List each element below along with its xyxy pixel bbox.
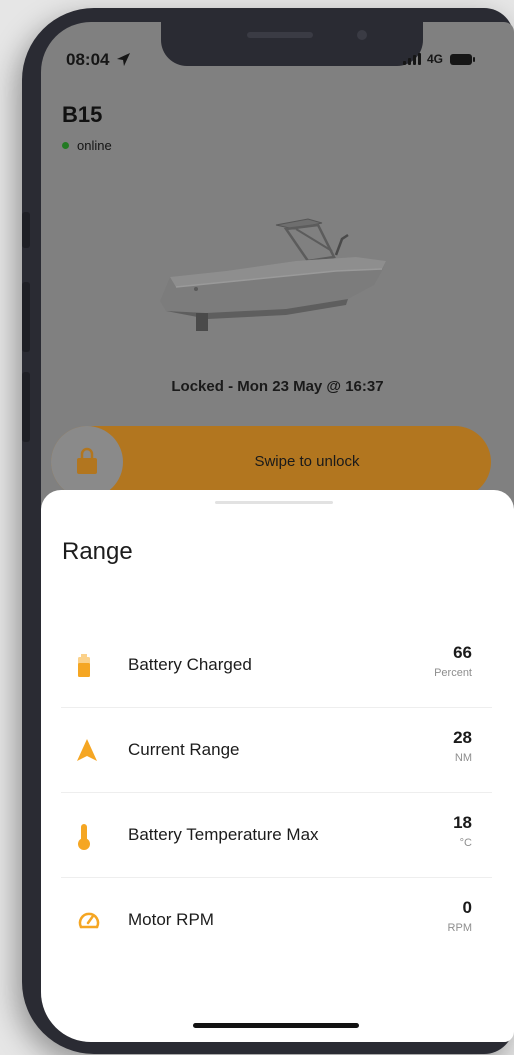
metric-label: Current Range (128, 740, 240, 759)
metric-unit: Percent (434, 667, 472, 679)
metric-label: Motor RPM (128, 910, 214, 929)
boat-image (160, 218, 386, 331)
network-type: 4G (427, 52, 444, 66)
range-bottom-sheet: Range Battery Charged 66 Percent Current… (41, 490, 514, 1042)
metric-label: Battery Charged (128, 655, 252, 674)
slider-knob[interactable] (51, 426, 123, 498)
vessel-status-label: online (77, 138, 112, 153)
location-arrow-icon (117, 52, 131, 67)
metric-unit: NM (454, 752, 472, 764)
sheet-title: Range (62, 538, 133, 565)
volume-up-button (22, 282, 30, 352)
metric-unit: °C (459, 837, 472, 849)
metric-unit: RPM (447, 922, 472, 934)
vessel-status: online (62, 138, 112, 153)
status-bar-indicators: 4G (403, 52, 476, 66)
home-indicator[interactable] (193, 1023, 359, 1028)
metric-value: 0 (462, 898, 472, 917)
metric-value: 28 (453, 728, 472, 747)
metric-row-battery-temperature: Battery Temperature Max 18 °C (61, 792, 492, 878)
volume-down-button (22, 372, 30, 442)
notch (161, 22, 423, 66)
status-bar-time: 08:04 (66, 50, 131, 70)
online-status-dot (62, 142, 69, 149)
metric-value: 66 (453, 643, 472, 662)
signal-icon (403, 53, 421, 65)
mute-switch (22, 212, 30, 248)
metric-row-motor-rpm: Motor RPM 0 RPM (61, 877, 492, 962)
front-camera (357, 30, 367, 40)
lock-icon (77, 447, 97, 474)
battery-icon (450, 53, 476, 65)
slider-label: Swipe to unlock (254, 453, 360, 470)
metric-row-current-range: Current Range 28 NM (61, 707, 492, 793)
navigation-arrow-icon (77, 739, 97, 761)
lock-status-text: Locked - Mon 23 May @ 16:37 (171, 378, 384, 395)
thermometer-icon (78, 824, 90, 850)
metric-label: Battery Temperature Max (128, 825, 319, 844)
speedometer-icon (78, 912, 100, 929)
vessel-name: B15 (62, 102, 103, 127)
earpiece (247, 32, 313, 38)
metric-value: 18 (453, 813, 472, 832)
swipe-to-unlock-slider[interactable]: Swipe to unlock (51, 426, 491, 498)
clock-label: 08:04 (66, 50, 110, 69)
battery-charged-icon (78, 654, 90, 677)
phone-screen: 08:04 4G B15 online Locked - Mon 23 May … (41, 22, 514, 1042)
metric-row-battery-charged: Battery Charged 66 Percent (61, 622, 492, 708)
sheet-drag-handle[interactable] (215, 501, 333, 504)
